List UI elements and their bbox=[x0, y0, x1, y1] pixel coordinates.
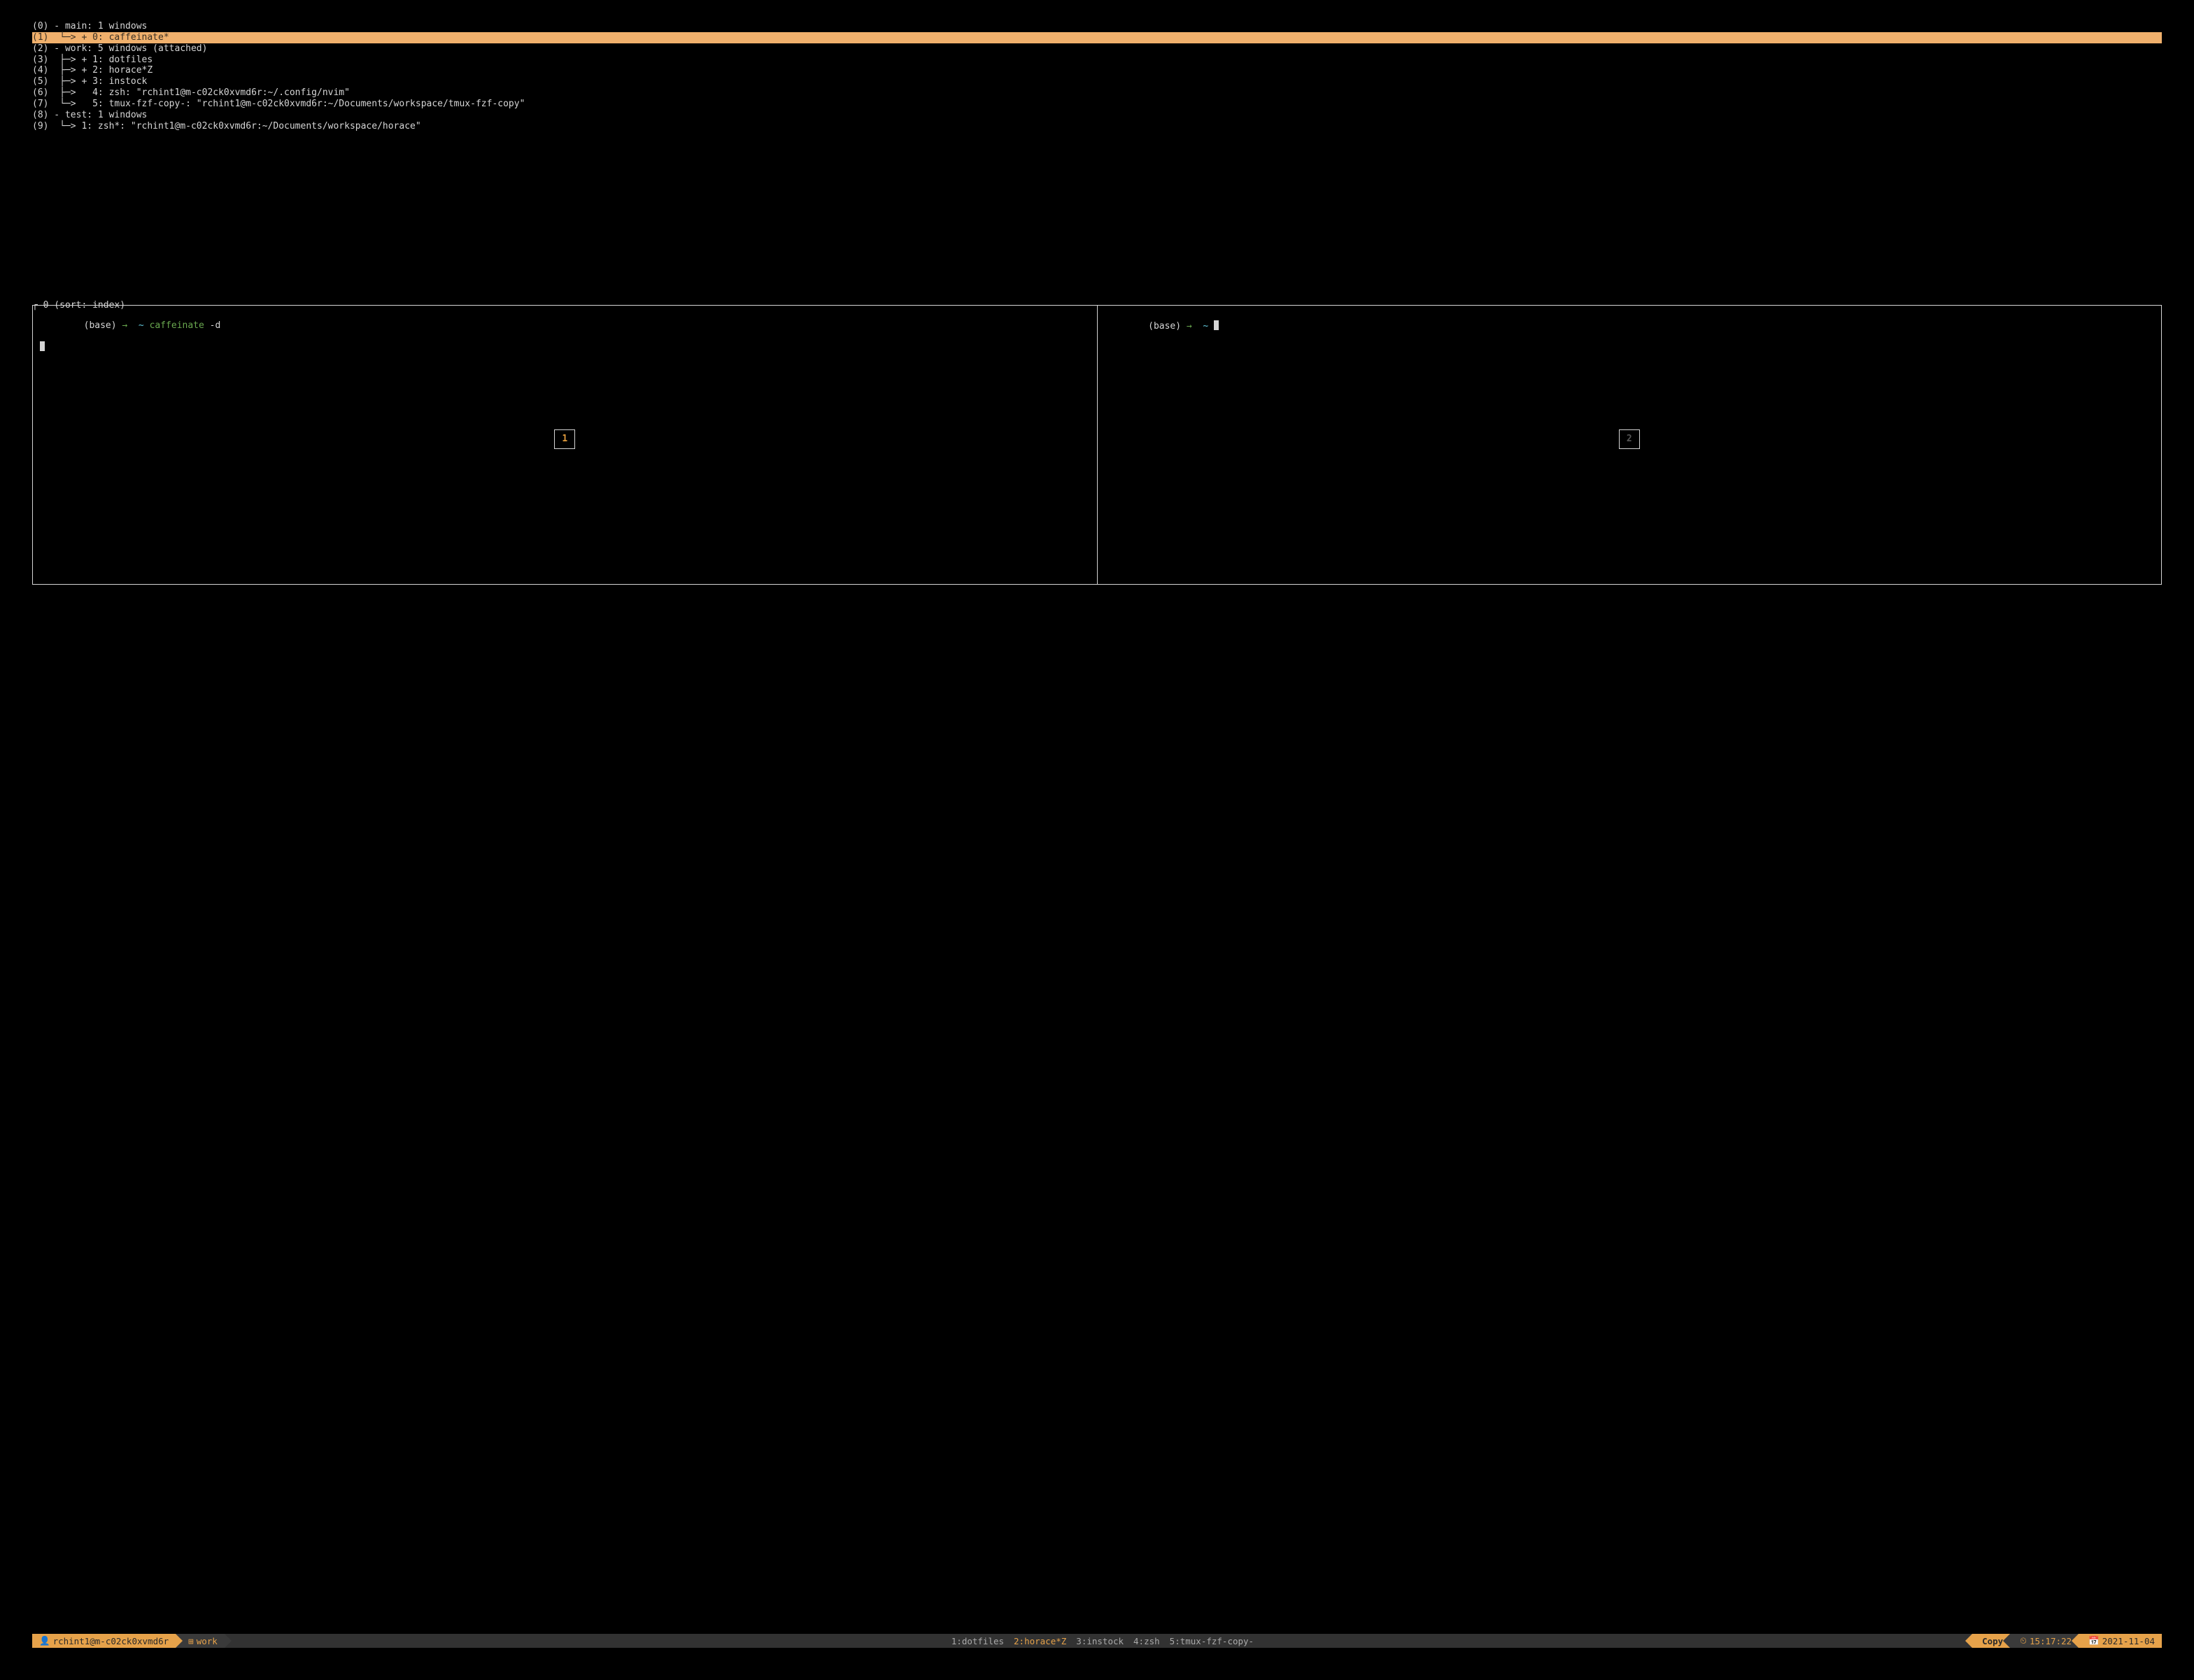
pane-number-inactive: 2 bbox=[1619, 429, 1640, 449]
prompt-right: (base) → ~ bbox=[1105, 310, 2155, 342]
cursor-icon bbox=[1214, 320, 1219, 330]
status-window-item[interactable]: 3:instock bbox=[1076, 1636, 1124, 1646]
status-date: 📅2021-11-04 bbox=[2079, 1634, 2162, 1648]
status-window-item[interactable]: 2:horace*Z bbox=[1014, 1636, 1066, 1646]
tree-row[interactable]: (6) ├─> 4: zsh: "rchint1@m-c02ck0xvmd6r:… bbox=[32, 87, 2162, 99]
preview-panes: (base) → ~ caffeinate -d 1 (base) → ~ 2 bbox=[32, 305, 2162, 585]
prompt-left: (base) → ~ caffeinate -d bbox=[40, 310, 1090, 341]
tmux-statusbar: 👤rchint1@m-c02ck0xvmd6r ⊞work 1:dotfiles… bbox=[32, 1634, 2162, 1648]
tree-row[interactable]: (2) - work: 5 windows (attached) bbox=[32, 43, 2162, 55]
clock-icon: ⏲ bbox=[2020, 1635, 2027, 1646]
calendar-icon: 📅 bbox=[2088, 1635, 2100, 1646]
tree-row[interactable]: (3) ├─> + 1: dotfiles bbox=[32, 55, 2162, 66]
status-window-item[interactable]: 5:tmux-fzf-copy- bbox=[1170, 1636, 1254, 1646]
tree-row[interactable]: (0) - main: 1 windows bbox=[32, 21, 2162, 32]
session-icon: ⊞ bbox=[188, 1636, 194, 1646]
status-window-item[interactable]: 4:zsh bbox=[1133, 1636, 1160, 1646]
tree-row[interactable]: (7) └─> 5: tmux-fzf-copy-: "rchint1@m-c0… bbox=[32, 99, 2162, 110]
tree-row[interactable]: (5) ├─> + 3: instock bbox=[32, 76, 2162, 87]
status-window-item[interactable]: 1:dotfiles bbox=[951, 1636, 1004, 1646]
status-windows: 1:dotfiles 2:horace*Z 3:instock 4:zsh 5:tmux… bbox=[225, 1634, 1972, 1648]
pane-number-active: 1 bbox=[554, 429, 575, 449]
tmux-choose-tree[interactable]: (0) - main: 1 windows(1) └─> + 0: caffei… bbox=[32, 21, 2162, 132]
tree-row[interactable]: (4) ├─> + 2: horace*Z bbox=[32, 65, 2162, 76]
cursor-icon bbox=[40, 341, 45, 351]
tree-row[interactable]: (9) └─> 1: zsh*: "rchint1@m-c02ck0xvmd6r… bbox=[32, 121, 2162, 132]
preview-pane-right: (base) → ~ 2 bbox=[1098, 306, 2162, 584]
status-host: 👤rchint1@m-c02ck0xvmd6r bbox=[32, 1634, 176, 1648]
status-session[interactable]: ⊞work bbox=[176, 1634, 225, 1648]
user-icon: 👤 bbox=[39, 1635, 50, 1646]
tree-row[interactable]: (1) └─> + 0: caffeinate* bbox=[32, 32, 2162, 43]
status-time: ⏲15:17:22 bbox=[2010, 1634, 2079, 1648]
preview-pane-left: (base) → ~ caffeinate -d 1 bbox=[33, 306, 1098, 584]
tree-row[interactable]: (8) - test: 1 windows bbox=[32, 110, 2162, 121]
